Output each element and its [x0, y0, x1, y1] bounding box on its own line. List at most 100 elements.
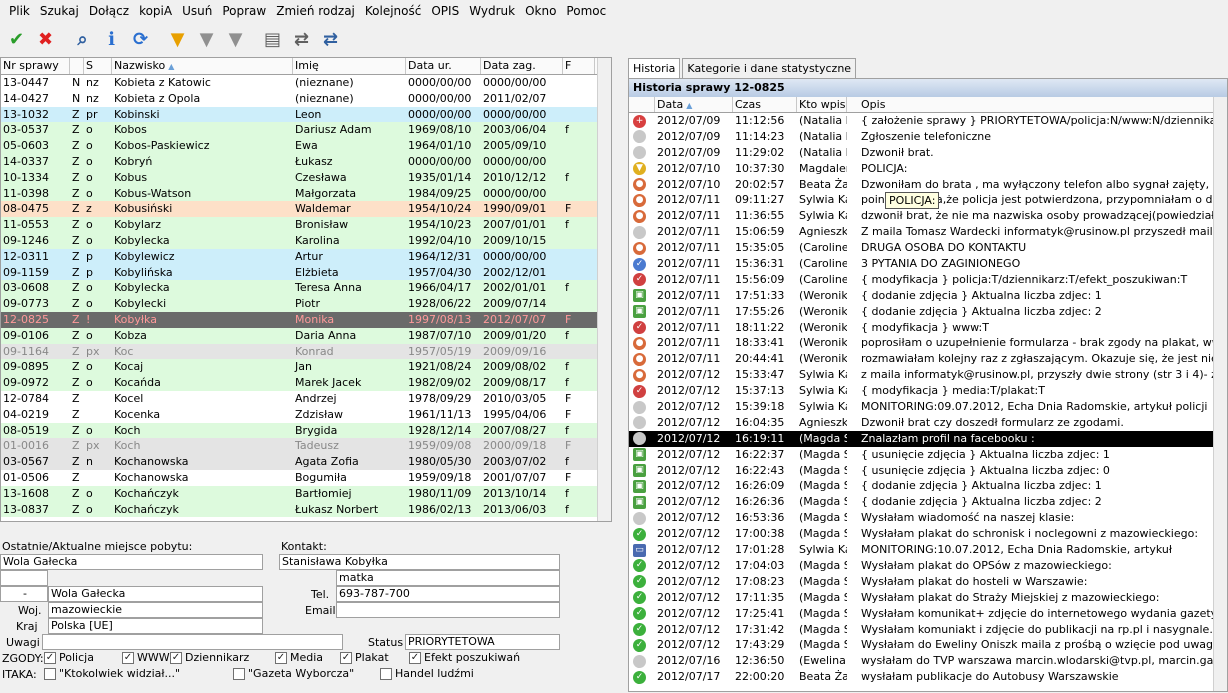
cases-grid-scrollbar[interactable]: [597, 58, 611, 521]
history-row[interactable]: ▣ 2012/07/11 17:51:33 (Weronika { dodanie zd…: [629, 288, 1227, 304]
history-row[interactable]: ✓ 2012/07/11 15:56:09 (Caroline { modyfikacj…: [629, 272, 1227, 288]
history-row[interactable]: ● 2012/07/11 20:44:41 (Weronika rozmawiałam …: [629, 351, 1227, 367]
table-row[interactable]: 13-0447 Nnz Kobieta z Katowic (nieznane) 000…: [1, 75, 611, 91]
checkbox-itaka-2[interactable]: Handel ludźmi: [380, 667, 474, 680]
column-header[interactable]: Nazwisko ▲: [112, 58, 293, 74]
checkbox-zgody-0[interactable]: ✓ Policja: [44, 651, 94, 664]
history-row[interactable]: ● 2012/07/10 20:02:57 Beata Żab Dzwoniłam do…: [629, 177, 1227, 193]
column-header[interactable]: F: [563, 58, 595, 74]
info-button[interactable]: ℹ: [97, 24, 126, 54]
table-row[interactable]: 12-0784 Z Kocel Andrzej 1978/09/29 2010/03/05…: [1, 390, 611, 407]
table-row[interactable]: 08-0475 Zz Kobusiński Waldemar 1954/10/24 199…: [1, 201, 611, 218]
contact-relation-field[interactable]: matka: [336, 570, 560, 586]
history-row[interactable]: ✓ 2012/07/12 15:37:13 Sylwia Kac { modyfikac…: [629, 383, 1227, 399]
history-column-header[interactable]: Opis: [847, 97, 1227, 112]
history-row[interactable]: ✓ 2012/07/12 17:25:41 (Magda Sc Wysłałam kom…: [629, 606, 1227, 622]
history-row[interactable]: ▭ 2012/07/12 17:01:28 Sylwia Kac MONITORING:…: [629, 542, 1227, 558]
history-row[interactable]: 2012/07/12 16:19:11 (Magda Sc Znalazłam pro…: [629, 430, 1227, 447]
menu-item-dołącz[interactable]: Dołącz: [84, 0, 134, 22]
table-row[interactable]: 13-1608 Zo Kochańczyk Bartłomiej 1980/11/09 2…: [1, 485, 611, 502]
table-row[interactable]: 11-0398 Zo Kobus-Watson Małgorzata 1984/09/2…: [1, 185, 611, 202]
checkbox-itaka-1[interactable]: "Gazeta Wyborcza": [233, 667, 354, 680]
column-header[interactable]: Data ur.: [406, 58, 481, 74]
tab-kategorie[interactable]: Kategorie i dane statystyczne: [682, 58, 857, 78]
history-row[interactable]: +2012/07/09 11:12:56 (Natalia M { założenie…: [629, 113, 1227, 129]
history-column-header[interactable]: Czas: [733, 97, 797, 112]
table-row[interactable]: 03-0567 Zn Kochanowska Agata Zofia 1980/05/3…: [1, 454, 611, 470]
table-row[interactable]: 09-1159 Zp Kobylińska Elżbieta 1957/04/30 200…: [1, 264, 611, 281]
sort-az-button[interactable]: ⇄: [287, 24, 316, 54]
contact-name-field[interactable]: Stanisława Kobyłka: [279, 554, 560, 570]
checkbox-checked-icon[interactable]: ✓: [275, 652, 287, 664]
tab-historia[interactable]: Historia: [628, 58, 681, 79]
kraj-field[interactable]: Polska [UE]: [48, 618, 263, 634]
history-row[interactable]: 2012/07/12 16:53:36 (Magda Sc Wysłałam wiad…: [629, 510, 1227, 526]
table-row[interactable]: 09-1164 Zpx Koc Konrad 1957/05/19 2009/09/16: [1, 343, 611, 360]
checkbox-empty-icon[interactable]: [233, 668, 245, 680]
column-header[interactable]: [70, 58, 84, 74]
menu-item-opis[interactable]: OPIS: [426, 0, 464, 22]
uwagi-field[interactable]: [42, 634, 343, 650]
table-row[interactable]: 13-1032 Zpr Kobinski Leon 0000/00/00 0000/00/…: [1, 106, 611, 123]
checkbox-zgody-3[interactable]: ✓ Media: [275, 651, 323, 664]
history-row[interactable]: ● 2012/07/11 18:33:41 (Weronika poprosiłam o…: [629, 335, 1227, 351]
check-button[interactable]: ✔: [2, 24, 31, 54]
town-field[interactable]: Wola Gałecka: [48, 586, 263, 602]
history-row[interactable]: ✓ 2012/07/12 17:31:42 (Magda Sc Wysłałam kom…: [629, 622, 1227, 638]
place-extra-field[interactable]: [0, 570, 48, 586]
status-field[interactable]: PRIORYTETOWA: [405, 634, 560, 650]
history-row[interactable]: ▣ 2012/07/12 16:22:43 (Magda Sc { usunięcie …: [629, 463, 1227, 479]
binoculars-button[interactable]: ⌕: [68, 24, 97, 54]
menu-item-zmień rodzaj[interactable]: Zmień rodzaj: [271, 0, 360, 22]
filter-button[interactable]: ▼: [163, 24, 192, 54]
history-row[interactable]: ● 2012/07/11 11:36:55 Sylwia Kac dzwonił bra…: [629, 208, 1227, 224]
table-row[interactable]: 01-0506 Z Kochanowska Bogumiła 1959/09/18 200…: [1, 469, 611, 486]
column-header[interactable]: Imię: [293, 58, 406, 74]
history-row[interactable]: ✓ 2012/07/11 15:36:31 (Caroline 3 PYTANIA DO…: [629, 256, 1227, 272]
history-row[interactable]: ✓ 2012/07/12 17:00:38 (Magda Sc Wysłałam pla…: [629, 526, 1227, 542]
history-row[interactable]: ● 2012/07/12 15:33:47 Sylwia Kac z maila inf…: [629, 367, 1227, 383]
table-row[interactable]: 09-0773 Zo Kobylecki Piotr 1928/06/22 2009/07…: [1, 296, 611, 312]
history-row[interactable]: 2012/07/11 15:06:59 Agnieszka Z maila Tomas…: [629, 224, 1227, 240]
checkbox-checked-icon[interactable]: ✓: [340, 652, 352, 664]
email-field[interactable]: [336, 602, 560, 618]
cancel-button[interactable]: ✖: [31, 24, 60, 54]
checkbox-itaka-0[interactable]: "Ktokolwiek widział...": [44, 667, 180, 680]
column-header[interactable]: S: [84, 58, 112, 74]
checkbox-checked-icon[interactable]: ✓: [44, 652, 56, 664]
table-row[interactable]: 10-1334 Zo Kobus Czesława 1935/01/14 2010/12/…: [1, 169, 611, 186]
table-row[interactable]: 11-0553 Zo Kobylarz Bronisław 1954/10/23 2007…: [1, 217, 611, 233]
tel-field[interactable]: 693-787-700: [336, 586, 560, 602]
table-row[interactable]: 04-0219 Z Kocenka Zdzisław 1961/11/13 1995/04…: [1, 406, 611, 423]
table-row[interactable]: 05-0603 Zo Kobos-Paskiewicz Ewa 1964/01/10 20…: [1, 138, 611, 154]
table-row[interactable]: 01-0016 Zpx Koch Tadeusz 1959/09/08 2000/09/1…: [1, 438, 611, 455]
table-row[interactable]: 09-1246 Zo Kobylecka Karolina 1992/04/10 2009…: [1, 232, 611, 249]
history-row[interactable]: ● 2012/07/11 15:35:05 (Caroline DRUGA OSOBA …: [629, 240, 1227, 256]
history-column-header[interactable]: [629, 97, 655, 112]
table-row[interactable]: 12-0311 Zp Kobylewicz Artur 1964/12/31 0000/0…: [1, 248, 611, 265]
history-row[interactable]: ▼ 2012/07/10 10:37:30 Magdalena POLICJA:: [629, 161, 1227, 177]
history-column-header[interactable]: Kto wpisał: [797, 97, 847, 112]
menu-item-szukaj[interactable]: Szukaj: [35, 0, 84, 22]
table-row[interactable]: 08-0519 Zo Koch Brygida 1928/12/14 2007/08/27…: [1, 422, 611, 439]
menu-item-popraw[interactable]: Popraw: [217, 0, 271, 22]
checkbox-checked-icon[interactable]: ✓: [409, 652, 421, 664]
menu-item-okno[interactable]: Okno: [520, 0, 561, 22]
checkbox-checked-icon[interactable]: ✓: [122, 652, 134, 664]
menu-item-kolejność[interactable]: Kolejność: [360, 0, 426, 22]
history-row[interactable]: ✓ 2012/07/12 17:08:23 (Magda Sc Wysłałam pla…: [629, 574, 1227, 590]
column-header[interactable]: Data zag.: [481, 58, 563, 74]
filter-remove-button[interactable]: ▼: [192, 24, 221, 54]
history-row[interactable]: 2012/07/12 16:04:35 Agnieszka Dzwonił brat …: [629, 415, 1227, 431]
history-row[interactable]: ▣ 2012/07/12 16:26:09 (Magda Sc { dodanie zd…: [629, 478, 1227, 494]
table-row[interactable]: 09-0106 Zo Kobza Daria Anna 1987/07/10 2009/0…: [1, 327, 611, 344]
history-row[interactable]: 2012/07/16 12:36:50 (Ewelina C wysłałam do …: [629, 653, 1227, 669]
column-header[interactable]: Nr sprawy: [1, 58, 70, 74]
menu-item-plik[interactable]: Plik: [4, 0, 35, 22]
checkbox-empty-icon[interactable]: [380, 668, 392, 680]
history-row[interactable]: 2012/07/12 15:39:18 Sylwia Kac MONITORING:0…: [629, 399, 1227, 415]
history-row[interactable]: ▣ 2012/07/11 17:55:26 (Weronika { dodanie zd…: [629, 304, 1227, 320]
table-row[interactable]: 03-0608 Zo Kobylecka Teresa Anna 1966/04/17 2…: [1, 280, 611, 297]
checkbox-zgody-1[interactable]: ✓ WWW: [122, 651, 170, 664]
table-row[interactable]: 03-0537 Zo Kobos Dariusz Adam 1969/08/10 2003…: [1, 122, 611, 139]
